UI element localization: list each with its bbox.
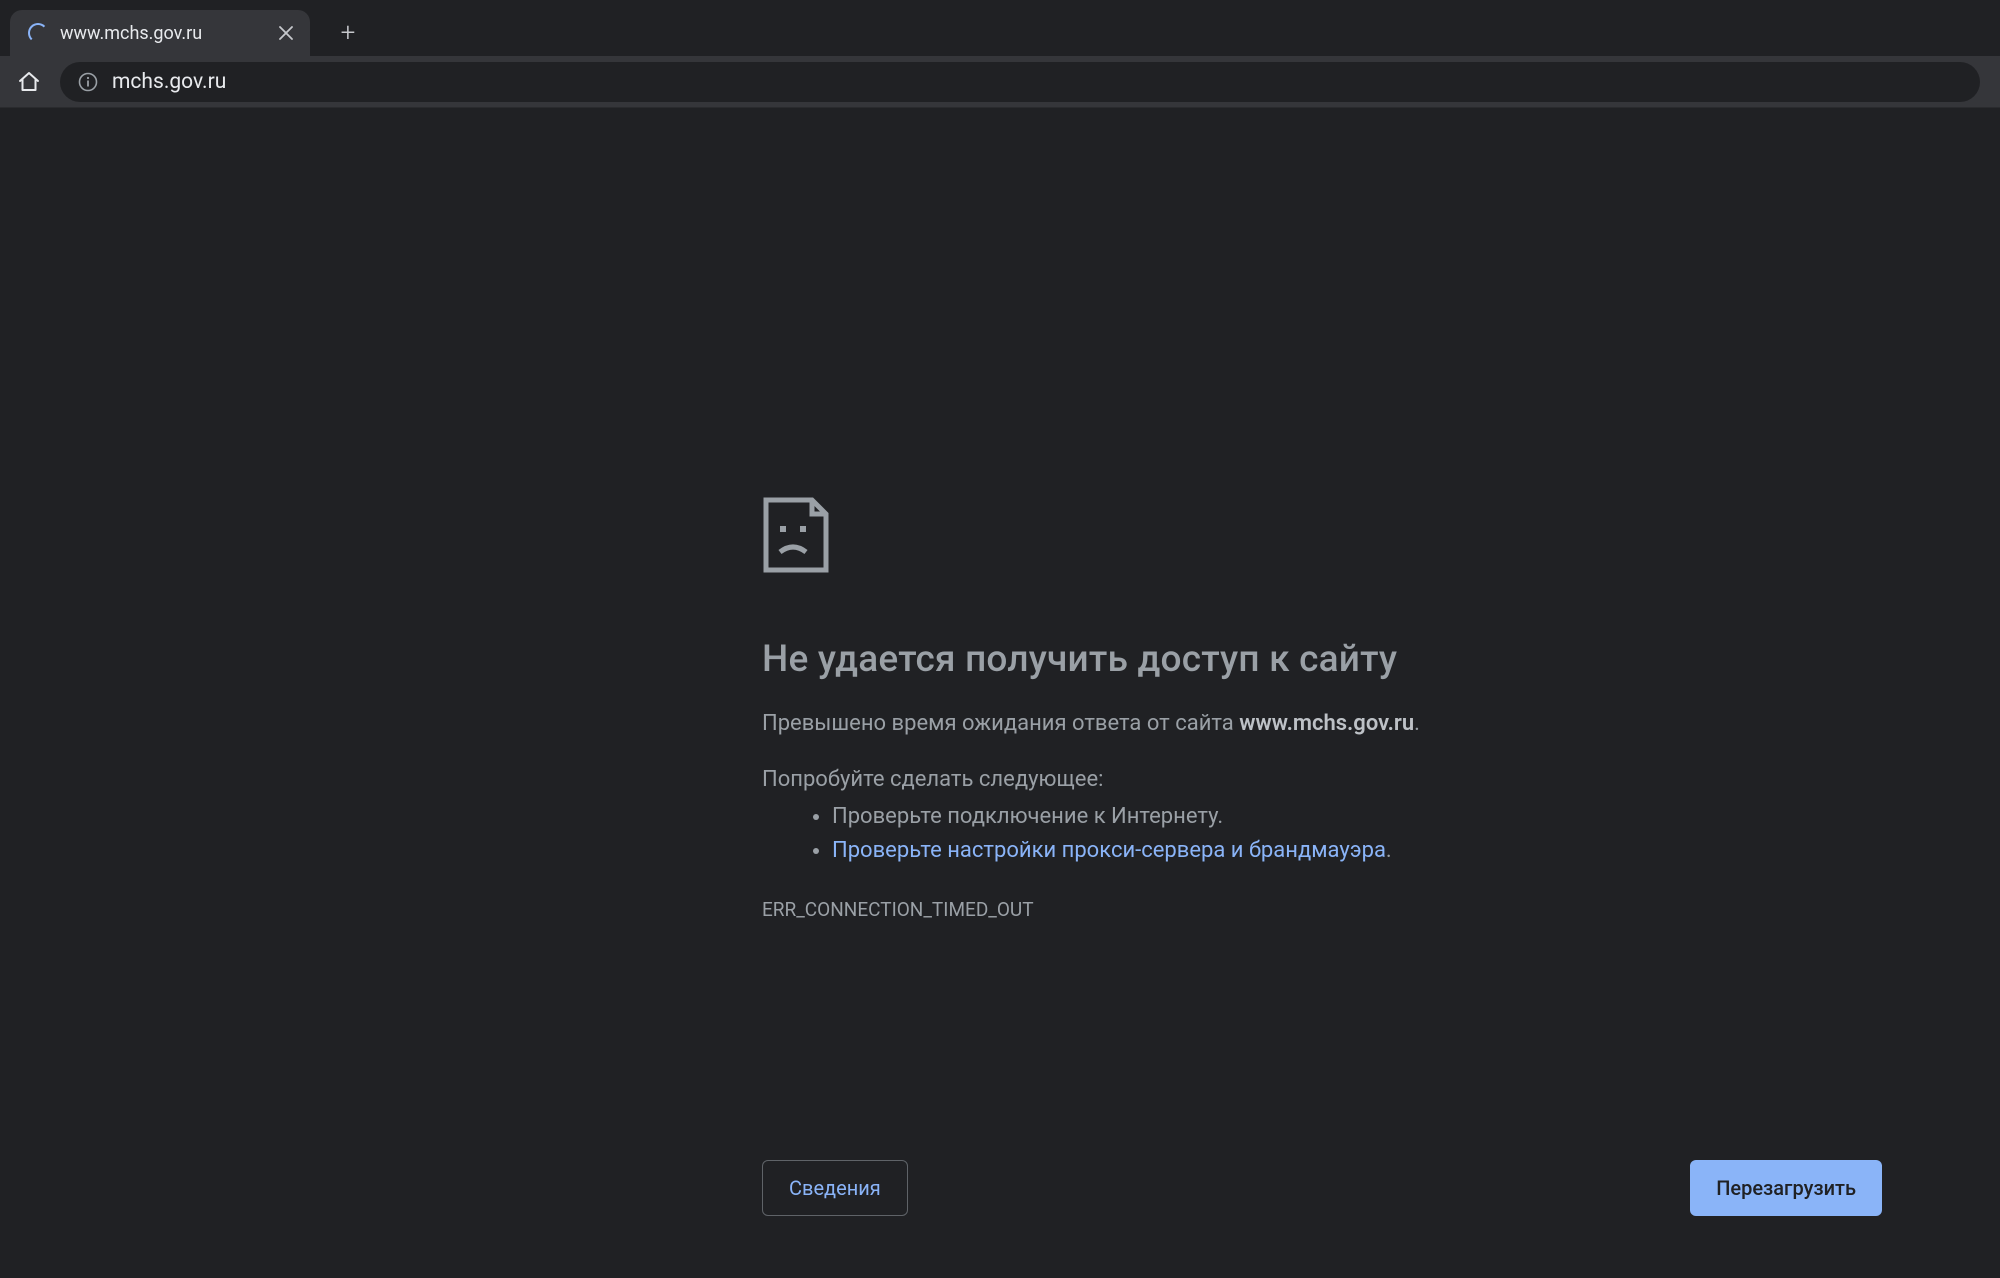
error-title: Не удается получить доступ к сайту: [762, 638, 1632, 681]
error-actions: Сведения Перезагрузить: [762, 1160, 1882, 1216]
suggestions-intro: Попробуйте сделать следующее:: [762, 767, 1632, 792]
error-message-prefix: Превышено время ожидания ответа от сайта: [762, 711, 1239, 736]
suggestion-item: Проверьте настройки прокси-сервера и бра…: [832, 834, 1632, 868]
close-tab-button[interactable]: [276, 23, 296, 43]
error-message-host: www.mchs.gov.ru: [1239, 711, 1414, 736]
loading-spinner-icon: [28, 23, 48, 43]
site-info-icon[interactable]: [78, 72, 98, 92]
browser-toolbar: mchs.gov.ru: [0, 56, 2000, 108]
url-text: mchs.gov.ru: [112, 70, 226, 94]
tab-title: www.mchs.gov.ru: [60, 23, 264, 44]
suggestion-item: Проверьте подключение к Интернету.: [832, 800, 1632, 834]
error-message: Превышено время ожидания ответа от сайта…: [762, 707, 1632, 741]
error-code: ERR_CONNECTION_TIMED_OUT: [762, 898, 1632, 921]
page-content: Не удается получить доступ к сайту Превы…: [0, 108, 2000, 1278]
browser-tab[interactable]: www.mchs.gov.ru: [10, 10, 310, 56]
error-message-suffix: .: [1414, 711, 1420, 736]
error-container: Не удается получить доступ к сайту Превы…: [762, 496, 1632, 921]
new-tab-button[interactable]: +: [328, 13, 368, 53]
home-button[interactable]: [14, 67, 44, 97]
reload-button[interactable]: Перезагрузить: [1690, 1160, 1882, 1216]
suggestions-list: Проверьте подключение к Интернету. Прове…: [762, 800, 1632, 868]
proxy-firewall-link[interactable]: Проверьте настройки прокси-сервера и бра…: [832, 838, 1386, 863]
address-bar[interactable]: mchs.gov.ru: [60, 62, 1980, 102]
details-button[interactable]: Сведения: [762, 1160, 908, 1216]
sad-page-icon: [762, 496, 1632, 578]
tab-strip: www.mchs.gov.ru +: [0, 0, 2000, 56]
